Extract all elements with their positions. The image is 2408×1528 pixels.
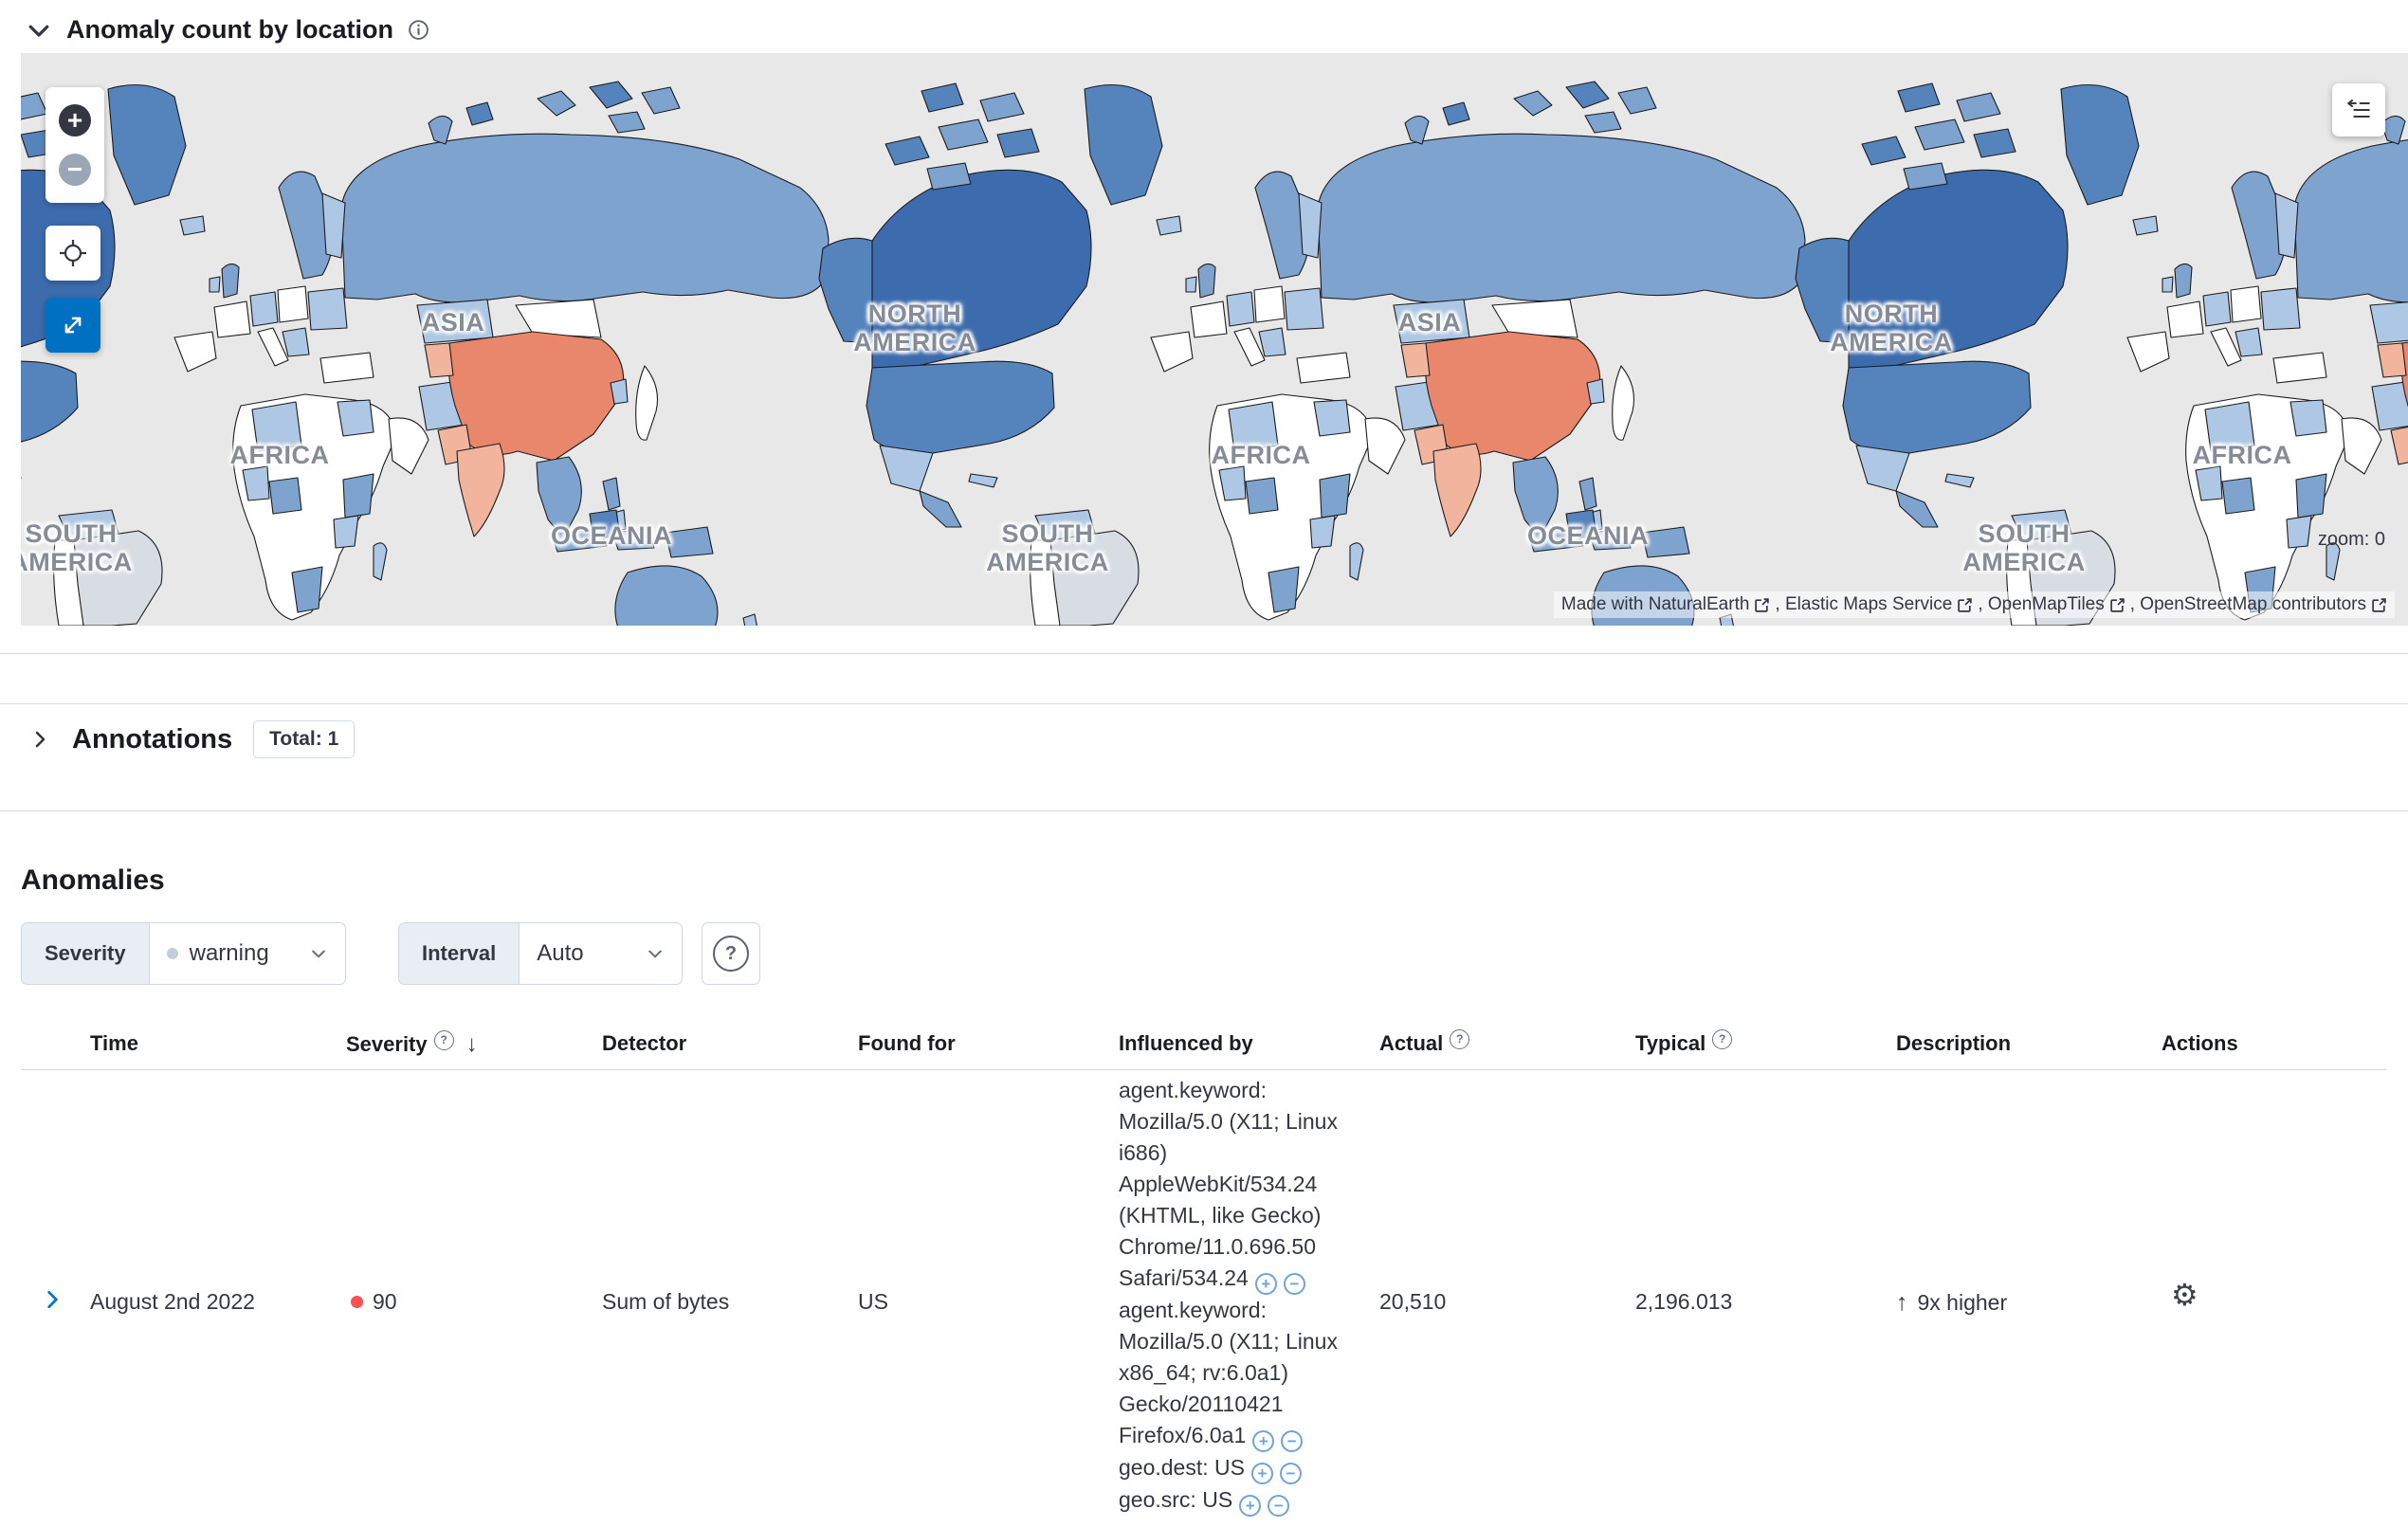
- chevron-right-icon: [47, 1291, 58, 1308]
- anomaly-explorer-page: Anomaly count by location ASIA ASIA NORT…: [0, 0, 2408, 1528]
- column-header-actions: Actions: [2162, 1031, 2238, 1055]
- chevron-right-icon[interactable]: [28, 728, 51, 751]
- minus-in-circle-icon[interactable]: −: [1281, 1430, 1304, 1452]
- external-link-icon: [2372, 597, 2386, 612]
- zoom-out-button[interactable]: −: [59, 154, 91, 186]
- divider: [0, 703, 2408, 704]
- influencer-text: geo.src: US: [1119, 1487, 1233, 1512]
- influencer-text: agent.keyword: Mozilla/5.0 (X11; Linux i…: [1119, 1078, 1338, 1290]
- interval-filter: Interval Auto: [398, 922, 683, 985]
- influencer-item: geo.dest: US + −: [1119, 1452, 1358, 1484]
- legend-toggle-button[interactable]: [2332, 83, 2385, 136]
- expand-arrows-icon: [64, 317, 82, 334]
- question-in-circle-icon: ?: [433, 1029, 454, 1050]
- plus-in-circle-icon[interactable]: +: [1239, 1495, 1262, 1517]
- plus-in-circle-icon[interactable]: +: [1254, 1273, 1277, 1295]
- column-header-detector[interactable]: Detector: [602, 1031, 686, 1056]
- warning-severity-dot: [166, 948, 178, 959]
- external-link-icon: [2110, 597, 2125, 612]
- plus-in-circle-icon[interactable]: +: [1250, 1463, 1273, 1484]
- set-view-button[interactable]: [46, 226, 100, 281]
- cell-severity: 90: [351, 1289, 397, 1315]
- minus-in-circle-icon[interactable]: −: [1268, 1495, 1290, 1517]
- attribution-link[interactable]: , OpenStreetMap contributors: [2130, 594, 2366, 615]
- cell-actual: 20,510: [1379, 1289, 1447, 1314]
- column-header-influenced-by: Influenced by: [1119, 1031, 1253, 1055]
- cell-found-for: US: [858, 1289, 888, 1314]
- column-header-found-for[interactable]: Found for: [858, 1031, 956, 1056]
- severity-filter-value: warning: [189, 940, 269, 966]
- column-header-time[interactable]: Time: [90, 1031, 138, 1056]
- influencer-text: agent.keyword: Mozilla/5.0 (X11; Linux x…: [1119, 1298, 1338, 1447]
- annotations-total-badge: Total: 1: [253, 720, 356, 758]
- sort-descending-icon: ↓: [465, 1031, 478, 1057]
- cell-description: ↑ 9x higher: [1896, 1289, 2007, 1317]
- gear-icon[interactable]: ⚙: [2171, 1280, 2198, 1310]
- annotations-title: Annotations: [72, 723, 233, 755]
- legend-collapse-icon: [2347, 99, 2370, 118]
- table-header-rule: [21, 1069, 2387, 1070]
- zoom-control-group: + −: [46, 87, 104, 203]
- cell-detector: Sum of bytes: [602, 1289, 730, 1314]
- plus-in-circle-icon[interactable]: +: [1252, 1430, 1275, 1452]
- severity-score: 90: [373, 1289, 397, 1314]
- anomalies-title: Anomalies: [21, 864, 165, 896]
- interval-filter-label: Interval: [399, 923, 520, 984]
- zoom-in-button[interactable]: +: [59, 104, 91, 136]
- zoom-level-indicator: zoom: 0: [2317, 529, 2385, 550]
- interval-filter-select[interactable]: Auto: [520, 923, 682, 984]
- map-section-title: Anomaly count by location: [66, 15, 394, 44]
- severity-filter-select[interactable]: warning: [150, 923, 345, 984]
- world-map-canvas[interactable]: ASIA ASIA NORTH AMERICA NORTH AMERICA AF…: [21, 53, 2408, 626]
- annotations-section-header: Annotations Total: 1: [28, 720, 356, 758]
- cell-time: August 2nd 2022: [90, 1289, 255, 1314]
- question-in-circle-icon: ?: [1712, 1028, 1733, 1049]
- influencer-item: agent.keyword: Mozilla/5.0 (X11; Linux i…: [1119, 1075, 1358, 1295]
- divider: [0, 810, 2408, 811]
- column-header-description[interactable]: Description: [1896, 1031, 2011, 1056]
- chevron-down-icon: [648, 950, 662, 958]
- chevron-down-icon: [312, 950, 325, 958]
- up-arrow-icon: ↑: [1896, 1289, 1908, 1316]
- cell-influenced-by: agent.keyword: Mozilla/5.0 (X11; Linux i…: [1119, 1075, 1358, 1517]
- row-expand-button[interactable]: [38, 1285, 66, 1314]
- interval-help-button[interactable]: ?: [702, 922, 760, 985]
- attribution-link[interactable]: , OpenMapTiles: [1978, 594, 2104, 615]
- influencer-item: geo.src: US + −: [1119, 1484, 1358, 1517]
- description-text: 9x higher: [1917, 1290, 2008, 1315]
- choropleth-map: [21, 81, 2408, 626]
- critical-severity-dot: [351, 1296, 363, 1308]
- severity-filter-label: Severity: [22, 923, 150, 984]
- column-header-actual[interactable]: Actual ?: [1379, 1028, 1470, 1056]
- influencer-item: agent.keyword: Mozilla/5.0 (X11; Linux x…: [1119, 1295, 1358, 1452]
- fit-to-data-button[interactable]: [46, 298, 100, 353]
- crosshair-icon: [60, 240, 86, 266]
- column-header-typical[interactable]: Typical ?: [1635, 1028, 1733, 1056]
- influencer-text: geo.dest: US: [1119, 1455, 1245, 1480]
- attribution-link[interactable]: , Elastic Maps Service: [1775, 594, 1952, 615]
- interval-filter-value: Auto: [537, 940, 584, 966]
- minus-in-circle-icon[interactable]: −: [1283, 1273, 1305, 1295]
- question-in-circle-icon: ?: [713, 936, 749, 972]
- map-attribution: Made with NaturalEarth , Elastic Maps Se…: [1553, 591, 2395, 618]
- chevron-down-icon[interactable]: [25, 16, 53, 45]
- divider: [0, 653, 2408, 654]
- severity-filter: Severity warning: [21, 922, 346, 985]
- minus-in-circle-icon[interactable]: −: [1279, 1463, 1302, 1484]
- column-header-severity[interactable]: Severity ? ↓: [346, 1029, 478, 1058]
- question-in-circle-icon: ?: [1450, 1028, 1470, 1049]
- external-link-icon: [1958, 597, 1973, 612]
- info-icon[interactable]: [407, 18, 430, 42]
- external-link-icon: [1755, 597, 1770, 612]
- attribution-link[interactable]: Made with NaturalEarth: [1561, 594, 1750, 615]
- map-section-header: Anomaly count by location: [25, 15, 430, 45]
- cell-typical: 2,196.013: [1635, 1289, 1733, 1314]
